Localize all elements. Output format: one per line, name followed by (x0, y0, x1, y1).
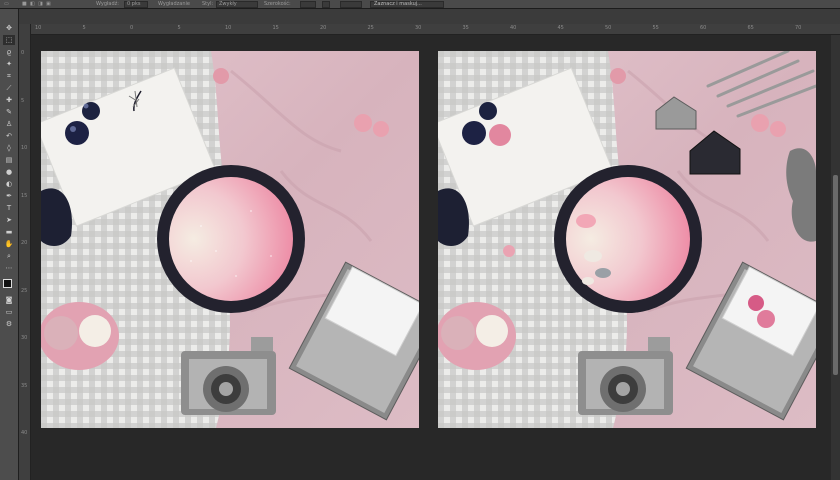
ruler-left-tick: 35 (21, 382, 28, 389)
vertical-scrollbar[interactable] (831, 35, 840, 480)
style-label: Styl: (202, 1, 214, 7)
width-input[interactable] (300, 1, 316, 8)
dodge-tool-icon[interactable]: ◐ (3, 179, 15, 189)
photo-original (41, 51, 419, 428)
ruler-top-tick: 15 (272, 25, 279, 31)
lasso-tool-icon[interactable]: ϱ (3, 47, 15, 57)
magic-wand-tool-icon[interactable]: ✦ (3, 59, 15, 69)
healing-brush-tool-icon[interactable]: ✚ (3, 95, 15, 105)
swap-icon[interactable] (322, 1, 330, 8)
crop-tool-icon[interactable]: ⌗ (3, 71, 15, 81)
ruler-top-tick: 0 (130, 25, 134, 31)
scrollbar-thumb[interactable] (833, 175, 838, 375)
ruler-left-tick: 5 (21, 97, 25, 104)
document-tab-strip (19, 9, 840, 24)
path-selection-tool-icon[interactable]: ➤ (3, 215, 15, 225)
ruler-left-tick: 40 (21, 430, 28, 436)
subtract-selection-icon[interactable]: ◨ (38, 1, 43, 7)
options-bar: ▭ ■ ◧ ◨ ▣ Wygładź: 0 pks Wygładzanie Sty… (0, 0, 840, 9)
edit-toolbar-icon[interactable]: ⚙ (3, 319, 15, 329)
ruler-top-tick: 5 (82, 25, 86, 31)
history-brush-tool-icon[interactable]: ↶ (3, 131, 15, 141)
ruler-top-tick: 55 (652, 25, 659, 31)
antialias-checkbox-label[interactable]: Wygładzanie (158, 1, 190, 7)
blur-tool-icon[interactable]: ● (3, 167, 15, 177)
screen-mode-icon[interactable]: ▭ (3, 307, 15, 317)
eraser-tool-icon[interactable]: ◊ (3, 143, 15, 153)
ruler-top-tick: 10 (225, 25, 232, 31)
ruler-left-tick: 25 (21, 287, 28, 294)
ruler-left-tick: 15 (21, 192, 28, 199)
move-tool-icon[interactable]: ✥ (3, 23, 15, 33)
ruler-left-tick: 20 (21, 240, 28, 246)
ruler-top-tick: 25 (367, 25, 374, 31)
ruler-left-tick: 10 (21, 145, 28, 151)
gradient-tool-icon[interactable]: ▤ (3, 155, 15, 165)
ruler-top-tick: 50 (605, 25, 612, 31)
ruler-left-tick: 0 (21, 50, 25, 56)
photo-edited (438, 51, 816, 428)
style-select[interactable]: Zwykły (216, 1, 258, 8)
add-selection-icon[interactable]: ◧ (30, 1, 35, 7)
ruler-top-tick: 20 (320, 25, 327, 31)
ruler-top-tick: 40 (510, 25, 517, 31)
feather-input[interactable]: 0 pks (124, 1, 148, 8)
type-tool-icon[interactable]: T (3, 203, 15, 213)
foreground-color-swatch[interactable] (3, 279, 12, 288)
zoom-tool-icon[interactable]: ⌕ (3, 251, 15, 261)
width-label: Szerokość: (264, 1, 291, 7)
feather-label: Wygładź: (96, 1, 119, 7)
ruler-vertical: 0 5 10 15 20 25 30 35 40 (19, 24, 31, 480)
ruler-top-tick: 30 (415, 25, 422, 31)
ruler-top-tick: 45 (557, 25, 564, 31)
height-input[interactable] (340, 1, 362, 8)
select-and-mask-button[interactable]: Zaznacz i maskuj... (370, 1, 444, 8)
clone-stamp-tool-icon[interactable]: ♙ (3, 119, 15, 129)
new-selection-icon[interactable]: ■ (22, 1, 27, 7)
marquee-options-icon[interactable]: ▭ (4, 1, 9, 7)
tools-panel: ✥ ⬚ ϱ ✦ ⌗ ⟋ ✚ ✎ ♙ ↶ ◊ ▤ ● ◐ ✒ T ➤ ▬ ✋ ⌕ … (0, 9, 19, 480)
more-tools-icon[interactable]: ⋯ (3, 263, 15, 273)
quick-mask-icon[interactable]: ◙ (3, 295, 15, 305)
ruler-top-tick: 35 (462, 25, 469, 31)
hand-tool-icon[interactable]: ✋ (3, 239, 15, 249)
ruler-top-tick: 70 (795, 25, 802, 31)
brush-tool-icon[interactable]: ✎ (3, 107, 15, 117)
shape-tool-icon[interactable]: ▬ (3, 227, 15, 237)
ruler-left-tick: 30 (21, 335, 28, 341)
flatlay-edited-image (438, 51, 816, 428)
ruler-top-tick: 65 (747, 25, 754, 31)
ruler-top-tick: 60 (700, 25, 707, 31)
ruler-top-tick: 5 (177, 25, 181, 31)
intersect-selection-icon[interactable]: ▣ (46, 1, 51, 7)
ruler-top-tick: 10 (35, 25, 42, 31)
pen-tool-icon[interactable]: ✒ (3, 191, 15, 201)
eyedropper-tool-icon[interactable]: ⟋ (3, 83, 15, 93)
flatlay-original-image (41, 51, 419, 428)
marquee-tool-icon[interactable]: ⬚ (3, 35, 15, 45)
ruler-horizontal: 10 5 0 5 10 15 20 25 30 35 40 45 50 55 60 65 70 (31, 24, 840, 35)
